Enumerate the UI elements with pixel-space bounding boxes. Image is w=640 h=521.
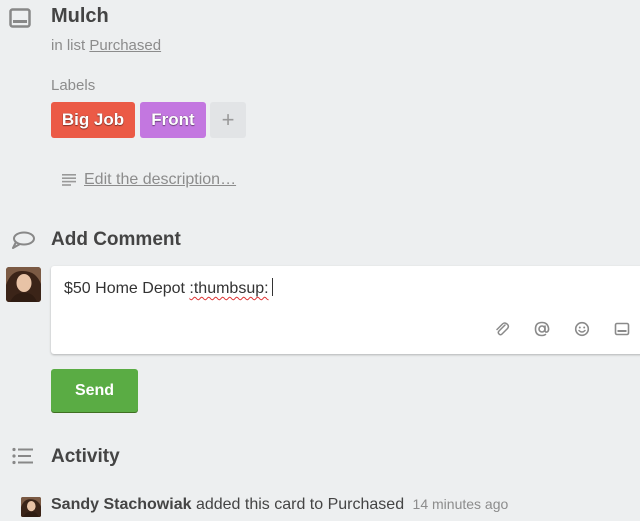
paperclip-icon[interactable]: [494, 321, 510, 337]
avatar-image: [21, 497, 41, 517]
card-icon[interactable]: [614, 321, 630, 337]
card-icon: [9, 8, 31, 28]
activity-icon: [12, 447, 33, 465]
text-caret: [271, 278, 273, 296]
label-big-job[interactable]: Big Job: [51, 102, 135, 138]
send-button[interactable]: Send: [51, 369, 138, 412]
activity-entry: Sandy Stachowiak added this card to Purc…: [51, 496, 508, 514]
activity-heading: Activity: [51, 446, 120, 467]
labels-heading: Labels: [51, 77, 96, 94]
list-link[interactable]: Purchased: [89, 37, 161, 54]
in-list-prefix: in list: [51, 37, 86, 54]
comment-text-misspelled: :thumbsup:: [189, 280, 269, 297]
edit-description-link[interactable]: Edit the description…: [84, 171, 236, 189]
label-front[interactable]: Front: [140, 102, 206, 138]
add-comment-heading: Add Comment: [51, 229, 181, 250]
avatar-image: [6, 267, 41, 302]
activity-user[interactable]: Sandy Stachowiak: [51, 496, 192, 513]
comment-text: $50 Home Depot :thumbsup:: [64, 278, 273, 298]
card-title: Mulch: [51, 5, 109, 27]
comment-icon: [12, 231, 35, 249]
card-list-info: in list Purchased: [51, 37, 161, 54]
activity-time[interactable]: 14 minutes ago: [413, 496, 509, 512]
add-label-button[interactable]: +: [210, 102, 246, 138]
avatar[interactable]: [21, 497, 41, 517]
emoji-icon[interactable]: [574, 321, 590, 337]
comment-input[interactable]: $50 Home Depot :thumbsup:: [51, 266, 640, 354]
description-icon: [62, 174, 76, 186]
mention-icon[interactable]: [534, 321, 550, 337]
activity-action: added this card to Purchased: [195, 496, 405, 513]
comment-text-plain: $50 Home Depot: [64, 280, 190, 297]
avatar: [6, 267, 41, 302]
